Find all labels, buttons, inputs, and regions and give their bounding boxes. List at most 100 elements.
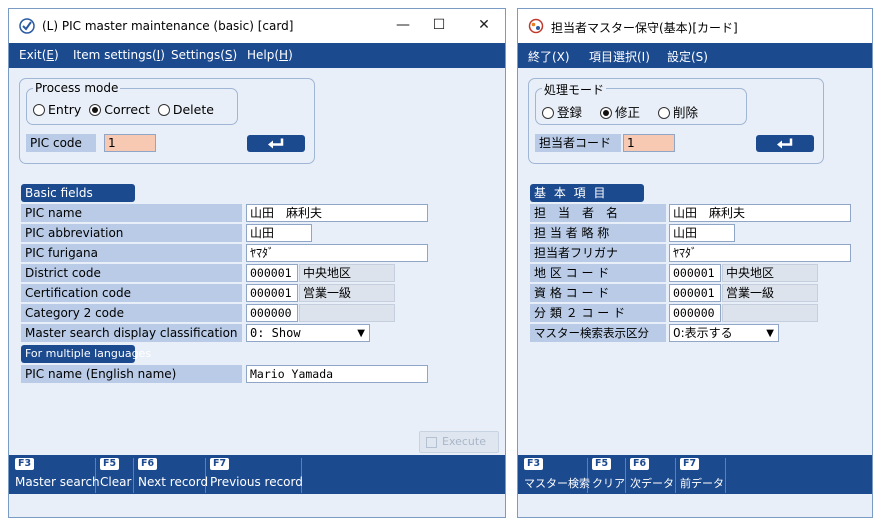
row-label-district-code: 地 区 コ ー ド [530, 264, 666, 282]
certification-code-field[interactable]: 000001 [246, 284, 298, 302]
certification-code-field[interactable]: 000001 [669, 284, 721, 302]
radio-modify[interactable]: 修正 [600, 102, 640, 121]
pic-name-field[interactable]: 山田 麻利夫 [246, 204, 428, 222]
app-check-icon [19, 18, 35, 34]
radio-delete[interactable]: Delete [157, 102, 214, 117]
fkey-previous-data[interactable]: F7 前データ [676, 458, 726, 493]
pic-furigana-field[interactable]: ﾔﾏﾀﾞ [669, 244, 851, 262]
master-search-display-select[interactable]: 0:表示する ▼ [669, 324, 779, 342]
fkey-next-record[interactable]: F6 Next record [134, 458, 209, 493]
title-bar: (L) PIC master maintenance (basic) [card… [9, 9, 505, 43]
radio-register-dot[interactable] [542, 107, 554, 119]
process-mode-legend: Process mode [33, 81, 121, 95]
app-palette-icon [528, 18, 544, 34]
row-label-pic-name: 担 当 者 名 [530, 204, 666, 222]
radio-register[interactable]: 登録 [542, 102, 582, 121]
radio-entry[interactable]: Entry [33, 102, 81, 117]
fkey-cap: F7 [210, 458, 230, 470]
district-code-field[interactable]: 000001 [669, 264, 721, 282]
row-label-english-name: PIC name (English name) [21, 365, 242, 383]
fkey-clear[interactable]: F5 クリア [588, 458, 626, 493]
window-title: 担当者マスター保守(基本)[カード] [551, 21, 738, 35]
pic-abbreviation-field[interactable]: 山田 [246, 224, 312, 242]
process-mode-group: 処理モード 登録 修正 削除 [535, 81, 747, 125]
window-title: (L) PIC master maintenance (basic) [card… [42, 19, 294, 33]
row-label-category2-code: Category 2 code [21, 304, 242, 322]
close-button[interactable]: ✕ [475, 17, 493, 33]
master-search-display-select[interactable]: 0: Show ▼ [246, 324, 370, 342]
process-mode-group: Process mode Entry Correct Delete [26, 81, 238, 125]
fkey-cap: F5 [100, 458, 120, 470]
row-label-pic-abbreviation: 担 当 者 略 称 [530, 224, 666, 242]
fkey-label: 前データ [680, 477, 724, 490]
process-panel: Process mode Entry Correct Delete PIC co… [19, 78, 315, 164]
pic-name-field[interactable]: 山田 麻利夫 [669, 204, 851, 222]
radio-entry-dot[interactable] [33, 104, 45, 116]
menu-item-select[interactable]: 項目選択(I) [589, 48, 650, 65]
menu-bar: 終了(X) 項目選択(I) 設定(S) [518, 43, 872, 68]
fkey-next-data[interactable]: F6 次データ [626, 458, 676, 493]
certification-name-display: 営業一級 [299, 284, 395, 302]
enter-button[interactable] [247, 135, 305, 152]
status-bar [518, 494, 872, 517]
menu-settings[interactable]: Settings(S) [171, 48, 237, 62]
fkey-cap: F3 [15, 458, 35, 470]
fkey-label: Previous record [210, 475, 303, 489]
fkey-master-search[interactable]: F3 Master search [11, 458, 100, 493]
pic-furigana-field[interactable]: ﾔﾏﾀﾞ [246, 244, 428, 262]
fkey-cap: F6 [630, 458, 650, 470]
row-label-pic-furigana: PIC furigana [21, 244, 242, 262]
menu-exit[interactable]: 終了(X) [528, 48, 570, 65]
execute-button[interactable]: Execute [419, 431, 499, 453]
menu-exit[interactable]: Exit(E) [19, 48, 59, 62]
district-code-field[interactable]: 000001 [246, 264, 298, 282]
pic-code-input[interactable]: 1 [104, 134, 156, 152]
english-name-field[interactable]: Mario Yamada [246, 365, 428, 383]
status-bar [9, 494, 505, 517]
fkey-cap: F5 [592, 458, 612, 470]
radio-modify-dot[interactable] [600, 107, 612, 119]
maximize-button[interactable]: ☐ [430, 17, 448, 33]
form-area: Process mode Entry Correct Delete PIC co… [9, 68, 505, 517]
enter-button[interactable] [756, 135, 814, 152]
menu-settings[interactable]: 設定(S) [667, 48, 708, 65]
fkey-cap: F6 [138, 458, 158, 470]
fkey-previous-record[interactable]: F7 Previous record [206, 458, 303, 493]
enter-arrow-icon [268, 138, 284, 148]
radio-delete-dot[interactable] [658, 107, 670, 119]
chevron-down-icon: ▼ [357, 328, 365, 339]
form-area: 処理モード 登録 修正 削除 担当者コード 1 基 本 項 目 担 当 者 名 … [518, 68, 872, 517]
function-key-bar: F3 Master search F5 Clear F6 Next record… [9, 455, 505, 494]
menu-bar: Exit(E) Item settings(I) Settings(S) Hel… [9, 43, 505, 68]
category2-name-display [722, 304, 818, 322]
row-label-pic-abbreviation: PIC abbreviation [21, 224, 242, 242]
fkey-master-search[interactable]: F3 マスター検索 [520, 458, 590, 493]
radio-delete[interactable]: 削除 [658, 102, 698, 121]
execute-icon [426, 437, 437, 448]
district-name-display: 中央地区 [722, 264, 818, 282]
pic-abbreviation-field[interactable]: 山田 [669, 224, 735, 242]
certification-name-display: 営業一級 [722, 284, 818, 302]
category2-code-field[interactable]: 000000 [246, 304, 298, 322]
japanese-window: 担当者マスター保守(基本)[カード] 終了(X) 項目選択(I) 設定(S) 処… [517, 8, 873, 518]
menu-help[interactable]: Help(H) [247, 48, 293, 62]
category2-code-field[interactable]: 000000 [669, 304, 721, 322]
fkey-cap: F3 [524, 458, 544, 470]
row-label-certification-code: Certification code [21, 284, 242, 302]
pic-code-input[interactable]: 1 [623, 134, 675, 152]
category2-name-display [299, 304, 395, 322]
row-label-master-search-display: マスター検索表示区分 [530, 324, 666, 342]
enter-arrow-icon [777, 138, 793, 148]
radio-correct-dot[interactable] [89, 104, 102, 116]
fkey-label: 次データ [630, 477, 674, 490]
fkey-label: Next record [138, 475, 209, 489]
process-mode-legend: 処理モード [542, 81, 607, 98]
minimize-button[interactable]: — [394, 17, 412, 33]
function-key-bar: F3 マスター検索 F5 クリア F6 次データ F7 前データ [518, 455, 872, 494]
menu-item-settings[interactable]: Item settings(I) [73, 48, 165, 62]
radio-correct[interactable]: Correct [89, 102, 150, 117]
radio-delete-dot[interactable] [157, 104, 170, 116]
basic-fields-header: Basic fields [21, 184, 135, 202]
fkey-clear[interactable]: F5 Clear [96, 458, 134, 493]
english-window: (L) PIC master maintenance (basic) [card… [8, 8, 506, 518]
